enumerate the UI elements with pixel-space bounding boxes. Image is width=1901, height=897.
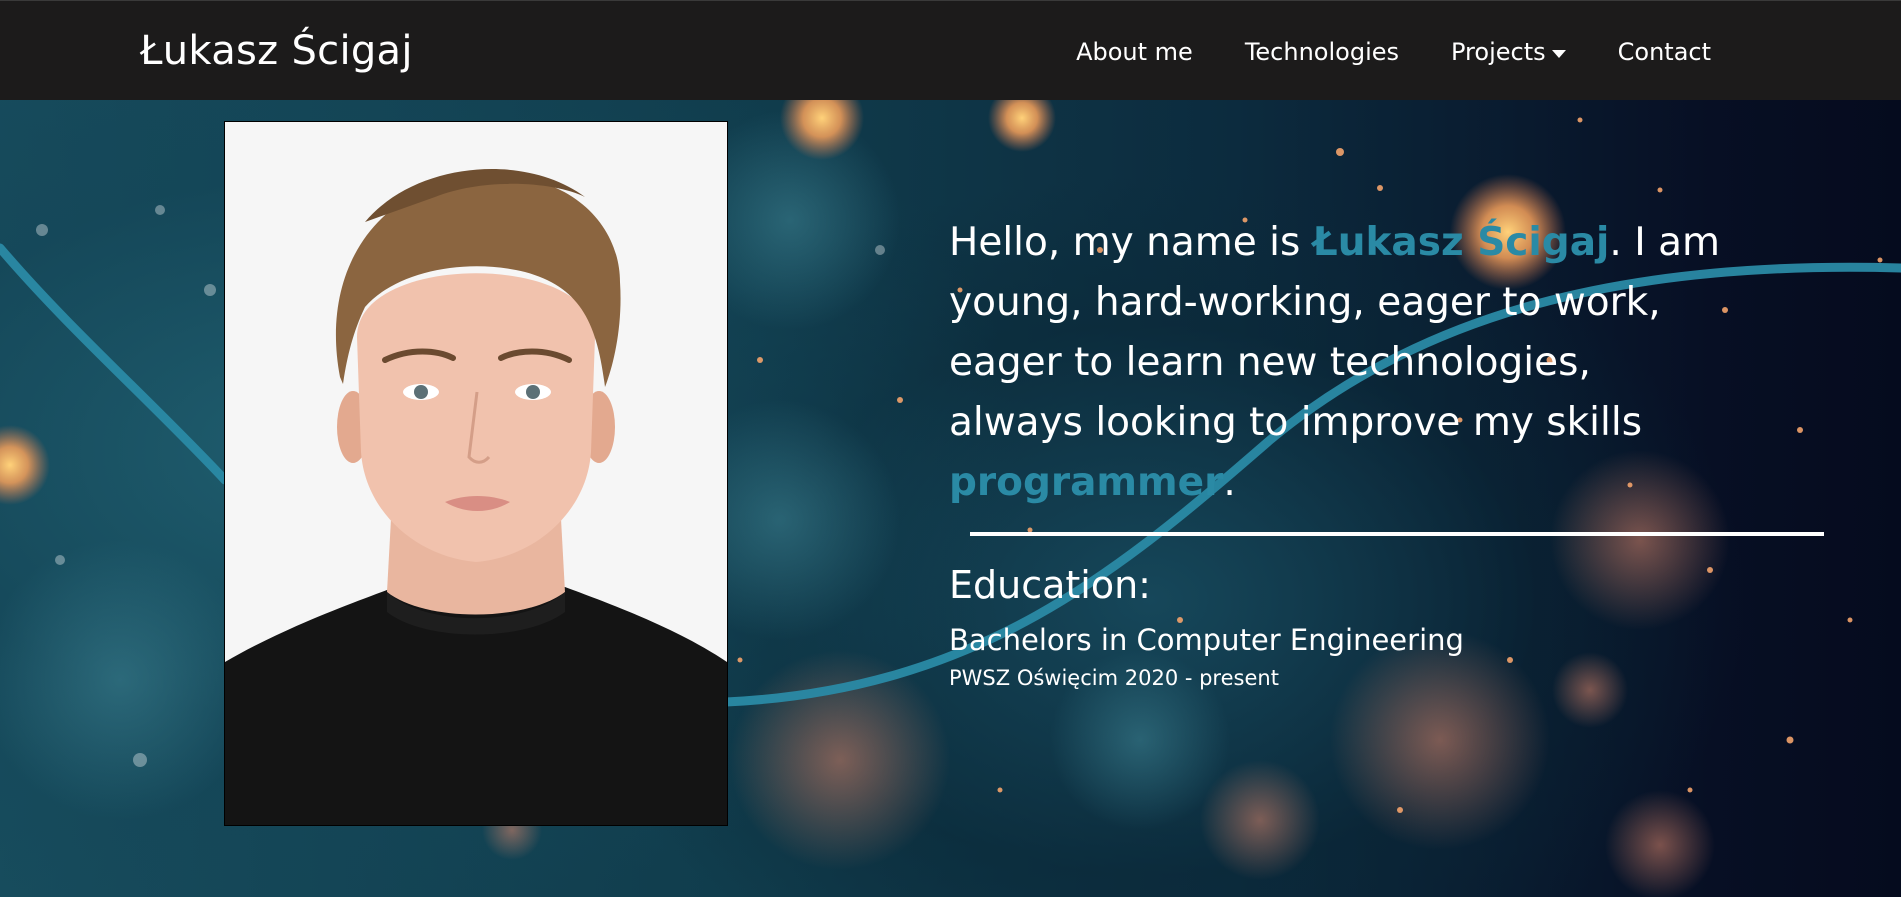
education-degree: Bachelors in Computer Engineering [949, 623, 1464, 657]
education-title: Education: [949, 563, 1151, 607]
brand-logo-text[interactable]: Łukasz Ścigaj [140, 25, 413, 77]
caret-down-icon [1551, 49, 1566, 58]
intro-text-part: Hello, my name is [949, 220, 1313, 265]
intro-paragraph: Hello, my name is Łukasz Ścigaj. I am yo… [949, 213, 1729, 513]
nav-link-technologies[interactable]: Technologies [1245, 34, 1399, 70]
intro-text-part: . [1223, 460, 1236, 505]
profile-photo [224, 121, 728, 826]
nav-link-projects-dropdown[interactable]: Projects [1451, 34, 1566, 70]
nav-link-label: Contact [1617, 38, 1711, 66]
nav-link-label: Technologies [1244, 38, 1399, 66]
navbar: Łukasz Ścigaj About me Technologies Proj… [0, 0, 1901, 100]
page: Łukasz Ścigaj About me Technologies Proj… [0, 0, 1901, 897]
education-school: PWSZ Oświęcim 2020 - present [949, 666, 1279, 690]
nav-link-label: About me [1076, 38, 1193, 66]
intro-name-highlight: Łukasz Ścigaj [1312, 220, 1610, 265]
nav-link-about-me[interactable]: About me [1076, 34, 1193, 70]
portrait-illustration [225, 122, 727, 825]
nav-link-label: Projects [1451, 38, 1546, 66]
section-divider [970, 532, 1824, 536]
intro-role-highlight: programmer [949, 460, 1224, 505]
nav-link-contact[interactable]: Contact [1618, 34, 1711, 70]
nav-menu: About me Technologies Projects Contact [1076, 34, 1711, 70]
